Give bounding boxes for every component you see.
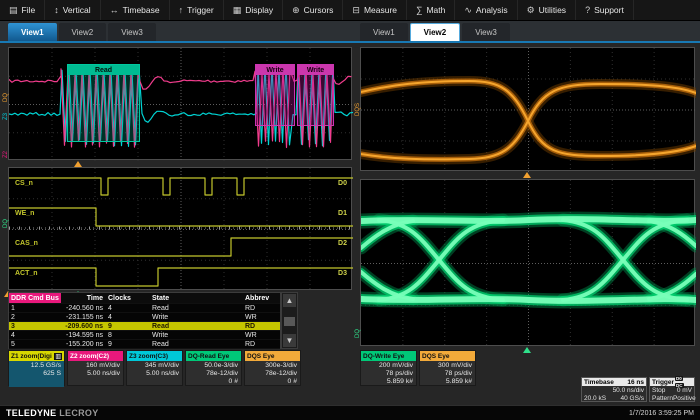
table-row[interactable]: 4-194.595 ns8WriteWR	[9, 331, 280, 340]
read-burst-annotation: Read	[67, 64, 140, 142]
dq-group-edge-label: DQ	[3, 219, 9, 228]
line-label-d0: D0	[338, 180, 347, 187]
tab-left-view2[interactable]: View2	[59, 23, 107, 41]
signal-label-we: WE_n	[15, 210, 34, 217]
z3-edge-label: Z3	[3, 113, 9, 120]
menu-cursors[interactable]: ⊕Cursors	[283, 0, 343, 20]
dqs-eye-panel: DQS	[360, 47, 695, 171]
dq-edge-label: DQ	[3, 93, 9, 102]
left-view-tabs: View1 View2 View3	[8, 23, 156, 41]
ddr-decode-table: DDR Cmd Bus Time Clocks State Abbrev 1-2…	[8, 292, 281, 349]
write-burst-annotation: Write	[255, 64, 295, 126]
dq-eye-edge-label: DQ	[355, 329, 361, 338]
scroll-up-button[interactable]: ▲	[283, 294, 296, 307]
display-icon: ▦	[233, 6, 242, 15]
status-bar: TELEDYNE LECROY 1/7/2016 3:59:25 PM	[0, 405, 700, 420]
timebase-icon: ↔	[110, 6, 119, 15]
tab-right-view1[interactable]: View1	[360, 23, 408, 41]
digital-group-icon: ▥	[54, 353, 62, 360]
right-view-tabs: View1 View2 View3	[360, 23, 510, 41]
menu-analysis[interactable]: ∿Analysis	[455, 0, 517, 20]
menu-display[interactable]: ▦Display	[224, 0, 283, 20]
menu-trigger[interactable]: ↑Trigger	[170, 0, 224, 20]
vertical-icon: ↕	[54, 6, 59, 15]
scope-display-area: Read Write Write DQ Z3 Z2 CS_n WE_n CAS_…	[0, 43, 700, 405]
tab-right-view2[interactable]: View2	[410, 23, 461, 41]
table-row-selected[interactable]: 3-209.600 ns9ReadRD	[9, 322, 280, 331]
descriptor-dq-read-eye[interactable]: DQ-Read Eye 50.0e-3/div78e-12/div0 #	[185, 350, 242, 386]
eye-center-marker[interactable]	[523, 172, 531, 178]
table-row[interactable]: 1-240.560 ns4ReadRD	[9, 304, 280, 313]
table-scrollbar[interactable]: ▲ ▼	[281, 292, 298, 349]
menu-support[interactable]: ?Support	[576, 0, 634, 20]
descriptor-dq-write-eye[interactable]: DQ-Write Eye 200 mV/div78 ps/div5.859 k#	[360, 350, 417, 386]
trigger-source-badge: D0	[675, 376, 683, 381]
descriptor-z1[interactable]: Z1 zoom(Digi▥ 12.5 GS/s625 S	[8, 350, 65, 386]
left-descriptor-row: Z1 zoom(Digi▥ 12.5 GS/s625 S Z2 zoom(C2)…	[8, 350, 301, 386]
signal-label-cs: CS_n	[15, 180, 33, 187]
menu-vertical[interactable]: ↕Vertical	[45, 0, 100, 20]
descriptor-dqs-eye-right[interactable]: DQS Eye 300 mV/div78 ps/div5.859 k#	[419, 350, 476, 386]
table-row[interactable]: 2-231.155 ns4WriteWR	[9, 313, 280, 322]
analog-waveform-panel: Read Write Write DQ Z3 Z2	[8, 47, 352, 160]
eye-center-marker[interactable]	[523, 347, 531, 353]
right-descriptor-row: DQ-Write Eye 200 mV/div78 ps/div5.859 k#…	[360, 350, 476, 386]
oscilloscope-app: ▤File ↕Vertical ↔Timebase ↑Trigger ▦Disp…	[0, 0, 700, 420]
math-icon: ∑	[416, 6, 422, 15]
trigger-descriptor[interactable]: TriggerD0DC Stop0 mV PatternPositive	[649, 377, 695, 402]
tab-left-view1[interactable]: View1	[8, 23, 57, 41]
tab-right-view3[interactable]: View3	[462, 23, 510, 41]
menu-timebase[interactable]: ↔Timebase	[101, 0, 170, 20]
menu-bar: ▤File ↕Vertical ↔Timebase ↑Trigger ▦Disp…	[0, 0, 700, 21]
dq-eye-canvas	[361, 180, 696, 347]
measure-icon: ⊟	[352, 6, 360, 15]
signal-label-act: ACT_n	[15, 270, 38, 277]
digital-timing-panel: CS_n WE_n CAS_n ACT_n D0 D1 D2 D3 DQ	[8, 167, 352, 290]
scroll-thumb[interactable]	[284, 317, 295, 326]
tab-left-view3[interactable]: View3	[108, 23, 156, 41]
menu-math[interactable]: ∑Math	[407, 0, 455, 20]
line-label-d2: D2	[338, 240, 347, 247]
decode-table-header: DDR Cmd Bus Time Clocks State Abbrev	[9, 293, 280, 304]
line-label-d3: D3	[338, 270, 347, 277]
digital-waveform-canvas	[9, 168, 353, 291]
cursors-icon: ⊕	[292, 6, 300, 15]
teledyne-lecroy-logo: TELEDYNE LECROY	[6, 408, 99, 418]
scroll-down-button[interactable]: ▼	[283, 334, 296, 347]
descriptor-z2[interactable]: Z2 zoom(C2) 160 mV/div5.00 ns/div	[67, 350, 124, 386]
dqs-eye-edge-label: DQS	[355, 103, 361, 116]
z2-edge-label: Z2	[3, 151, 9, 158]
view-tab-bar: View1 View2 View3 View1 View2 View3	[0, 21, 700, 43]
analysis-icon: ∿	[464, 6, 472, 15]
write-burst-annotation: Write	[297, 64, 334, 126]
menu-utilities[interactable]: ⚙Utilities	[518, 0, 576, 20]
dqs-eye-canvas	[361, 48, 696, 172]
descriptor-z3[interactable]: Z3 zoom(C3) 345 mV/div5.00 ns/div	[126, 350, 183, 386]
utilities-icon: ⚙	[527, 6, 535, 15]
menu-file[interactable]: ▤File	[0, 0, 45, 20]
signal-label-cas: CAS_n	[15, 240, 38, 247]
clock-timestamp: 1/7/2016 3:59:25 PM	[629, 410, 694, 417]
trigger-icon: ↑	[179, 6, 184, 15]
timebase-descriptor[interactable]: Timebase16 ns 50.0 ns/div 20.0 kS40 GS/s	[581, 377, 647, 402]
descriptor-dqs-eye[interactable]: DQS Eye 300e-3/div78e-12/div0 #	[244, 350, 301, 386]
support-icon: ?	[585, 6, 590, 15]
menu-measure[interactable]: ⊟Measure	[343, 0, 407, 20]
dq-write-eye-panel: DQ	[360, 179, 695, 346]
file-icon: ▤	[9, 6, 18, 15]
line-label-d1: D1	[338, 210, 347, 217]
table-row[interactable]: 5-155.200 ns9ReadRD	[9, 340, 280, 349]
